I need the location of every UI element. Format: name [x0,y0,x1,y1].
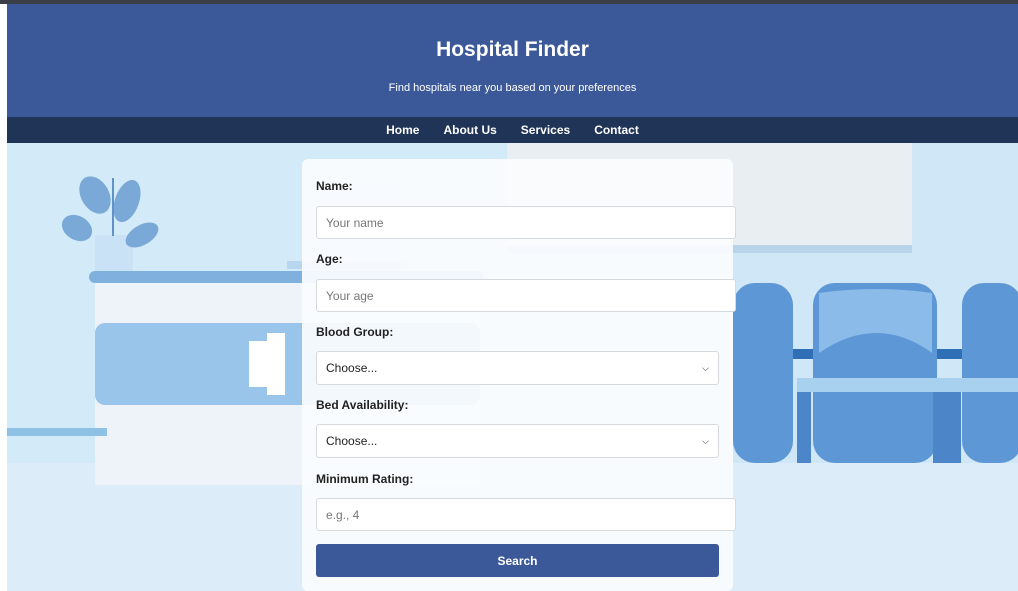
minimum-rating-field[interactable] [316,498,736,531]
page-subtitle: Find hospitals near you based on your pr… [388,82,637,94]
chevron-down-icon: ⌵ [702,435,709,446]
blood-group-selected: Choose... [326,361,378,375]
age-field[interactable] [316,279,736,312]
nav-services[interactable]: Services [521,123,570,137]
page-title: Hospital Finder [436,38,589,61]
age-label: Age: [316,252,343,266]
bed-availability-select[interactable]: Choose... ⌵ [316,424,719,458]
search-button[interactable]: Search [316,544,719,577]
chevron-down-icon: ⌵ [702,362,709,373]
blood-group-label: Blood Group: [316,325,394,339]
blood-group-select[interactable]: Choose... ⌵ [316,351,719,385]
nav-home[interactable]: Home [386,123,419,137]
name-label: Name: [316,179,353,193]
main-nav: Home About Us Services Contact [7,117,1018,143]
minimum-rating-label: Minimum Rating: [316,472,414,486]
bed-availability-selected: Choose... [326,434,378,448]
nav-about-us[interactable]: About Us [443,123,496,137]
nav-contact[interactable]: Contact [594,123,639,137]
bed-availability-label: Bed Availability: [316,398,409,412]
name-field[interactable] [316,206,736,239]
site-header: Hospital Finder Find hospitals near you … [7,4,1018,117]
